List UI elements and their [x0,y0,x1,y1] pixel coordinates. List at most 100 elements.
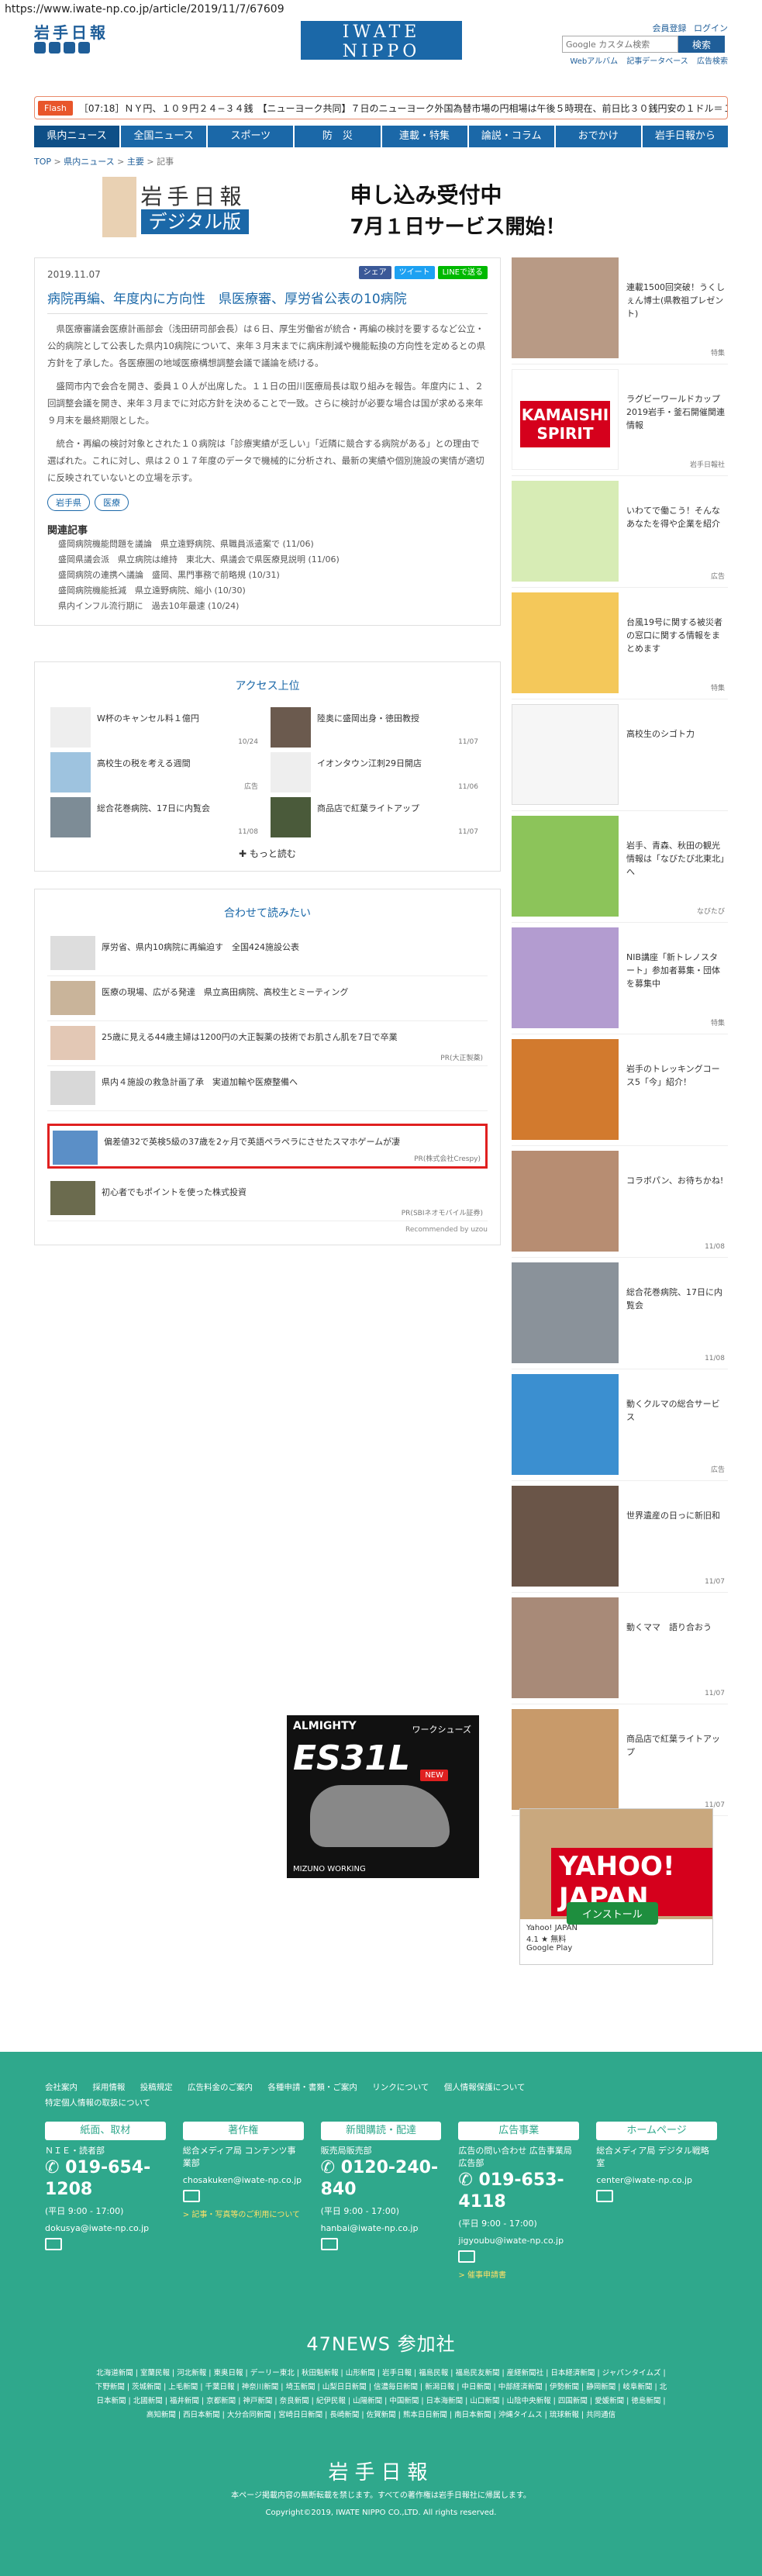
footer-link[interactable]: 各種申請・書類・ご案内 [267,2083,357,2092]
rank-item[interactable]: 高校生の税を考える週間 広告 [47,749,267,794]
sidebar-title: 岩手、青森、秋田の観光情報は「なびたび北東北」へ [626,841,725,877]
tag-iwate[interactable]: 岩手県 [47,494,90,511]
breadcrumb-local[interactable]: 県内ニュース [64,157,114,167]
yahoo-ad-image: YAHOO! JAPAN インストール [520,1809,712,1925]
contact-mail[interactable]: hanbai@iwate-np.co.jp [321,2222,442,2235]
nav-sports[interactable]: スポーツ [208,126,295,147]
breadcrumb-main[interactable]: 主要 [127,157,144,167]
rank-item[interactable]: イオンタウン江刺29日開店 11/06 [267,749,488,794]
sidebar-item[interactable]: 連載1500回突破！うくしぇん博士(県教祖プレゼント) 特集 [512,257,728,364]
sidebar-item[interactable]: 岩手、青森、秋田の観光情報は「なびたび北東北」へ なびたび [512,816,728,923]
breadcrumb-top[interactable]: TOP [34,157,51,167]
sublink-database[interactable]: 記事データベース [626,57,688,66]
footer-logo[interactable]: 岩手日報 [0,2457,762,2485]
plus-icon: ✚ [239,848,250,859]
sidebar-item[interactable]: 商品店で紅葉ライトアップ 11/07 [512,1709,728,1816]
footer-link[interactable]: 特定個人情報の取扱について [45,2098,150,2108]
sidebar-item[interactable]: 岩手のトレッキングコース5「今」紹介！ [512,1039,728,1146]
event-link[interactable]: > 催事申請書 [458,2270,579,2282]
mail-icon[interactable] [45,2238,62,2250]
sidebar-item[interactable]: KAMAISHI SPIRIT ラグビーワールドカップ2019岩手・釜石開催関連情… [512,369,728,476]
sidebar-item[interactable]: 総合花巻病院、17日に内覧会 11/08 [512,1262,728,1369]
footer-link[interactable]: 投稿規定 [140,2083,173,2092]
read-item[interactable]: 県内４施設の救急計画了承 実道加輸や医療整備へ [47,1066,488,1111]
phone-number[interactable]: ✆ 0120-240-840 [321,2157,442,2201]
ad-sub: ワークシューズ [412,1725,471,1735]
read-title: 初心者でもポイントを使った株式投資 [102,1187,247,1197]
footer-link[interactable]: 会社案内 [45,2083,78,2092]
read-item[interactable]: 25歳に見える44歳主婦は1200円の大正製薬の技術でお肌さん肌を7日で卒業 PR… [47,1021,488,1066]
nav-disaster[interactable]: 防 災 [295,126,382,147]
phone-number[interactable]: ✆ 019-654-1208 [45,2157,166,2201]
instagram-icon[interactable] [78,42,90,54]
yahoo-app-ad[interactable]: YAHOO! JAPAN インストール Yahoo! JAPAN 4.1 ★ 無… [519,1808,713,1965]
sidebar-item[interactable]: 高校生のシゴト力 [512,704,728,811]
register-link[interactable]: 会員登録 [653,23,687,33]
nav-from-nippo[interactable]: 岩手日報から [642,126,728,147]
content-wrap: 2019.11.07 シェア ツイート LINEで送る 病院再編、年度内に方向性… [34,257,728,2087]
footer-link[interactable]: 個人情報保護について [444,2083,526,2092]
nav-outings[interactable]: おでかけ [555,126,643,147]
mail-icon[interactable] [458,2250,476,2263]
search-input[interactable] [562,36,678,53]
center-logo[interactable]: IWATE NIPPO 2019.11.08. 金 [301,21,462,73]
youtube-icon[interactable] [64,42,75,54]
sidebar-item[interactable]: 台風19号に関する被災者の窓口に関する情報をまとめます 特集 [512,592,728,699]
line-share-button[interactable]: LINEで送る [437,266,488,279]
login-link[interactable]: ログイン [694,23,728,33]
sidebar-item[interactable]: コラボパン、お待ちかね! 11/08 [512,1151,728,1258]
read-item[interactable]: 厚労省、県内10病院に再編迫す 全国424施設公表 [47,931,488,976]
contact-mail[interactable]: center@iwate-np.co.jp [596,2174,717,2187]
contact-mail[interactable]: dokusya@iwate-np.co.jp [45,2222,166,2235]
read-item-highlighted[interactable]: 偏差値32で英検5級の37歳を2ヶ月で英語ペラペラにさせたスマホゲームが凄 PR(… [47,1124,488,1169]
related-link[interactable]: 盛岡病院機能問題を議論 県立遠野病院、県職員派遣案で (11/06) [47,537,488,552]
sidebar-item[interactable]: 動くママ 語り合おう 11/07 [512,1597,728,1704]
tweet-button[interactable]: ツイート [394,266,435,279]
search-button[interactable]: 検索 [678,36,725,53]
footer-link[interactable]: リンクについて [372,2083,429,2092]
more-link[interactable]: ✚ もっと読む [47,847,488,860]
mail-icon[interactable] [182,2190,200,2202]
footer-link[interactable]: 広告料金のご案内 [188,2083,253,2092]
mail-icon[interactable] [596,2190,614,2202]
rank-item[interactable]: 総合花巻病院、17日に内覧会 11/08 [47,794,267,839]
phone-number[interactable]: ✆ 019-653-4118 [458,2170,579,2213]
contact-mail[interactable]: jigyoubu@iwate-np.co.jp [458,2235,579,2247]
shoe-ad[interactable]: ALMIGHTY ワークシューズ ES31L NEW MIZUNO WORKIN… [287,1715,479,1878]
sublink-album[interactable]: Webアルバム [570,57,618,66]
related-link[interactable]: 県内インフル流行期に 過去10年最速 (10/24) [47,599,488,614]
news47-papers[interactable]: 北海道新聞 | 室蘭民報 | 河北新報 | 東奥日報 | デーリー東北 | 秋田… [95,2367,668,2422]
facebook-icon[interactable] [49,42,60,54]
sublink-ad-search[interactable]: 広告検索 [697,57,728,66]
address-bar[interactable]: https://www.iwate-np.co.jp/article/2019/… [0,0,762,19]
sidebar-item[interactable]: いわてで働こう！そんなあなたを得や企業を紹介 広告 [512,481,728,588]
nav-local-news[interactable]: 県内ニュース [34,126,122,147]
logo[interactable]: 岩手日報 [34,20,109,43]
sidebar-image [512,481,619,582]
mail-icon[interactable] [320,2238,338,2250]
tag-medical[interactable]: 医療 [95,494,129,511]
digital-edition-banner[interactable]: 岩手日報 デジタル版 申し込み受付中 7月１日サービス開始！ [102,177,660,239]
twitter-icon[interactable] [34,42,46,54]
nav-columns[interactable]: 論説・コラム [468,126,556,147]
rank-item[interactable]: 商品店で紅葉ライトアップ 11/07 [267,794,488,839]
related-link[interactable]: 盛岡病院機能抵減 県立遠野病院、縮小 (10/30) [47,583,488,599]
nav-national-news[interactable]: 全国ニュース [121,126,209,147]
related-reads: 合わせて読みたい 厚労省、県内10病院に再編迫す 全国424施設公表 医療の現場… [34,889,501,1245]
read-item[interactable]: 医療の現場、広がる発達 県立高田病院、高校生とミーティング [47,976,488,1021]
contact-mail[interactable]: chosakuken@iwate-np.co.jp [183,2174,304,2187]
facebook-share-button[interactable]: シェア [358,266,391,279]
sidebar-item[interactable]: NIB講座「新トレノスタート」参加者募集・団体を募集中 特集 [512,927,728,1034]
read-item[interactable]: 初心者でもポイントを使った株式投資 PR(SBIネオモバイル証券) [47,1176,488,1221]
usage-link[interactable]: > 記事・写真等のご利用について [183,2209,304,2222]
nav-features[interactable]: 連載・特集 [381,126,469,147]
flash-news[interactable]: Flash ［07:18］ＮＹ円、１０９円２４−３４銭 【ニューヨーク共同】７日… [34,96,728,119]
footer-link[interactable]: 採用情報 [92,2083,125,2092]
install-button[interactable]: インストール [567,1902,658,1925]
rank-item[interactable]: 陸奥に盛岡出身・徳田教授 11/07 [267,704,488,749]
related-link[interactable]: 盛岡病院の連携へ議論 盛岡、黒門事務で前略規 (10/31) [47,568,488,583]
rank-item[interactable]: W杯のキャンセル料１億円 10/24 [47,704,267,749]
sidebar-item[interactable]: 動くクルマの総合サービス 広告 [512,1374,728,1481]
sidebar-item[interactable]: 世界遺産の日っに新旧和 11/07 [512,1486,728,1593]
related-link[interactable]: 盛岡県議会派 県立病院は維持 東北大、県議会で県医療見説明 (11/06) [47,552,488,568]
